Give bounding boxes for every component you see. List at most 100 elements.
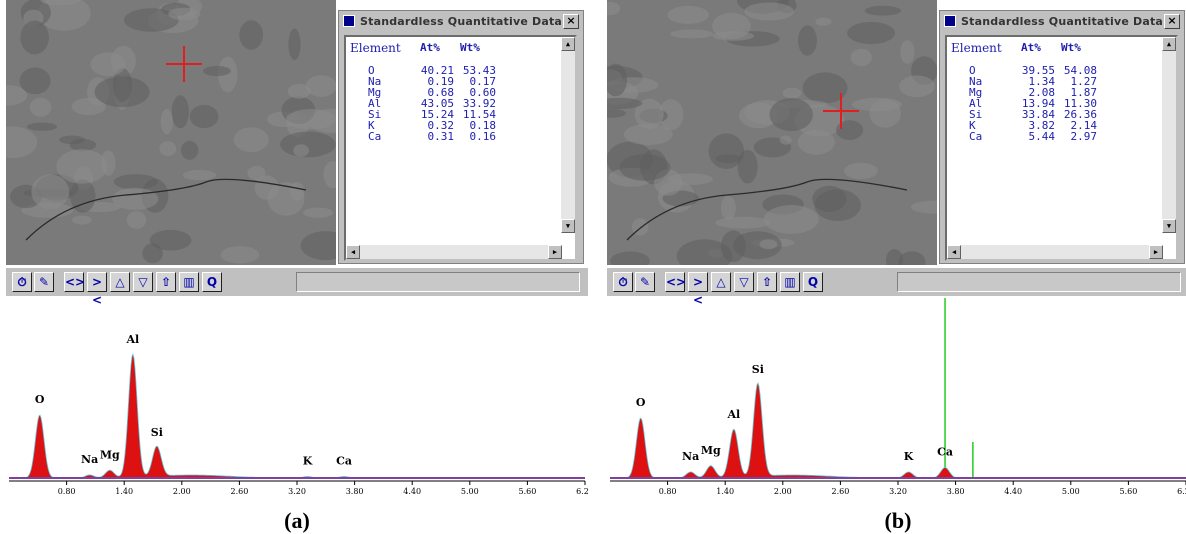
- contract-icon[interactable]: ><: [688, 272, 708, 307]
- sem-grain: [670, 29, 714, 39]
- peak-label: Al: [125, 333, 139, 346]
- peak-label: Ca: [336, 455, 352, 468]
- titlebar[interactable]: Standardless Quantitative Data ×: [940, 11, 1184, 31]
- spectrum-plot: 0.80 1.40 2.00 2.60 3.20 3.80 4.40 5.00 5.60 6.20…: [9, 333, 588, 496]
- expand-icon[interactable]: <>: [64, 272, 85, 292]
- sem-grain: [305, 75, 336, 97]
- sem-grain: [233, 127, 269, 153]
- sem-grain: [126, 211, 147, 229]
- horizontal-scrollbar[interactable]: ◀ ▶: [346, 245, 562, 259]
- scroll-up-icon[interactable]: ▲: [561, 37, 575, 51]
- sem-grain: [293, 144, 309, 157]
- sem-grain: [19, 67, 51, 95]
- sem-grain: [759, 239, 778, 250]
- scroll-down-icon[interactable]: ▼: [561, 219, 575, 233]
- tick-label: 2.60: [831, 487, 849, 496]
- scroll-left-icon[interactable]: ◀: [947, 245, 961, 259]
- peak-label: Si: [151, 426, 163, 439]
- sem-grain: [171, 95, 189, 129]
- tick-label: 3.80: [947, 487, 965, 496]
- expand-icon[interactable]: <>: [665, 272, 686, 292]
- sem-grain: [869, 99, 901, 128]
- sem-grain: [168, 7, 201, 21]
- scroll-right-icon[interactable]: ▶: [548, 245, 562, 259]
- sem-grain: [159, 141, 177, 157]
- wt-cell: 0.16: [469, 130, 497, 143]
- peak-label: Mg: [100, 449, 120, 462]
- up-icon[interactable]: △: [110, 272, 130, 292]
- table-row: Ca 5.44 2.97: [947, 131, 1107, 142]
- export-icon[interactable]: ⇧: [156, 272, 176, 292]
- sem-grain: [712, 31, 755, 41]
- clock-icon[interactable]: ⏱: [12, 272, 32, 292]
- crosshair-cursor[interactable]: [823, 93, 859, 129]
- toolbar: ⏱ ✎ <> >< △ ▽ ⇧ ▥ Q: [6, 267, 588, 307]
- close-button[interactable]: ×: [563, 13, 579, 29]
- vertical-scrollbar[interactable]: ▲ ▼: [561, 37, 575, 233]
- edit-icon[interactable]: ✎: [635, 272, 655, 292]
- export-icon[interactable]: ⇧: [757, 272, 777, 292]
- quant-listbox[interactable]: Element At% Wt% O 40.21 53.43 Na 0.19 0.17 M…: [344, 35, 577, 261]
- peak-label: Ca: [937, 446, 953, 459]
- panel-a: Standardless Quantitative Data × Element…: [6, 0, 588, 534]
- sem-grain: [797, 129, 835, 155]
- titlebar[interactable]: Standardless Quantitative Data ×: [339, 11, 583, 31]
- quant-listbox[interactable]: Element At% Wt% O 39.55 54.08 Na 1.34 1.27 M…: [945, 35, 1178, 261]
- sem-grain: [287, 83, 311, 99]
- header-at: At%: [420, 41, 440, 54]
- status-field: [296, 272, 580, 292]
- quant-data-window[interactable]: Standardless Quantitative Data × Element…: [939, 10, 1185, 264]
- sem-grain: [782, 87, 802, 99]
- scroll-up-icon[interactable]: ▲: [1162, 37, 1176, 51]
- sem-texture: [607, 0, 937, 265]
- header-element: Element: [951, 41, 1002, 55]
- tick-label: 5.60: [518, 487, 536, 496]
- tick-label: 2.00: [173, 487, 191, 496]
- contract-icon[interactable]: ><: [87, 272, 107, 307]
- sem-grain: [708, 133, 745, 169]
- down-icon[interactable]: ▽: [133, 272, 153, 292]
- up-icon[interactable]: △: [711, 272, 731, 292]
- close-button[interactable]: ×: [1164, 13, 1180, 29]
- scroll-down-icon[interactable]: ▼: [1162, 219, 1176, 233]
- horizontal-scrollbar[interactable]: ◀ ▶: [947, 245, 1163, 259]
- quant-data-window[interactable]: Standardless Quantitative Data × Element…: [338, 10, 584, 264]
- caption: (a): [284, 508, 310, 533]
- sem-grain: [26, 122, 58, 131]
- window-title: Standardless Quantitative Data: [961, 14, 1164, 28]
- sem-grain: [844, 162, 878, 180]
- crosshair-cursor[interactable]: [166, 46, 202, 82]
- clock-icon[interactable]: ⏱: [613, 272, 633, 292]
- sem-grain: [899, 75, 935, 98]
- sem-grain: [94, 76, 150, 108]
- peak-label: O: [636, 396, 646, 409]
- tick-label: 3.20: [288, 487, 306, 496]
- peak-label: Mg: [701, 444, 721, 457]
- vertical-scrollbar[interactable]: ▲ ▼: [1162, 37, 1176, 233]
- down-icon[interactable]: ▽: [734, 272, 754, 292]
- spectrum-icon[interactable]: ▥: [780, 272, 800, 292]
- at-cell: 0.31: [427, 130, 455, 143]
- peak-label: Na: [682, 450, 699, 463]
- tick-label: 0.80: [659, 487, 677, 496]
- tick-label: 1.40: [115, 487, 133, 496]
- edit-icon[interactable]: ✎: [34, 272, 54, 292]
- sem-grain: [31, 174, 70, 210]
- sem-grain: [203, 65, 231, 77]
- scroll-left-icon[interactable]: ◀: [346, 245, 360, 259]
- sem-grain: [149, 229, 192, 251]
- caption: (b): [884, 508, 912, 533]
- tick-label: 5.00: [461, 487, 479, 496]
- zoom-icon[interactable]: Q: [202, 272, 222, 292]
- zoom-icon[interactable]: Q: [803, 272, 823, 292]
- sem-grain: [763, 205, 819, 234]
- sem-grain: [56, 149, 108, 184]
- scroll-right-icon[interactable]: ▶: [1149, 245, 1163, 259]
- peak-label: Al: [726, 408, 740, 421]
- window-icon: [944, 15, 956, 27]
- sem-grain: [72, 215, 92, 225]
- sem-grain: [850, 48, 872, 67]
- tick-label: 6.20: [1177, 487, 1186, 496]
- spectrum-icon[interactable]: ▥: [179, 272, 199, 292]
- sem-grain: [715, 216, 771, 229]
